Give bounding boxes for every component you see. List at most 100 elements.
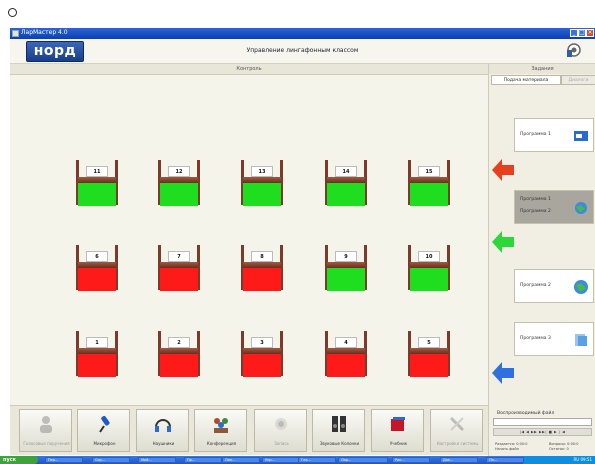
desk-number: 3 xyxy=(251,337,273,348)
arrow-left-green-icon xyxy=(492,231,514,253)
taskbar-item[interactable]: Мой... xyxy=(138,457,176,463)
desk-number: 1 xyxy=(86,337,108,348)
settings-gear-icon[interactable] xyxy=(565,41,583,59)
taskbar-item[interactable]: Гла... xyxy=(298,457,336,463)
taskbar-item[interactable]: Рис... xyxy=(392,457,430,463)
student-desk[interactable]: 15 xyxy=(408,160,450,206)
title-bar: ЛарМастер 4.0 _ □ × xyxy=(10,28,595,39)
program-3-card[interactable]: Программа 3 xyxy=(514,322,594,356)
student-desk[interactable]: 3 xyxy=(241,331,283,377)
tool-button[interactable]: Голосовые поручения xyxy=(19,409,72,452)
arrow-left-blue-icon xyxy=(492,362,514,384)
headphones-icon xyxy=(155,419,171,432)
globe-icon xyxy=(574,280,588,294)
desk-number: 2 xyxy=(168,337,190,348)
bottom-toolbar: Голосовые поручения Микрофон Наушники Конфе… xyxy=(10,405,488,455)
stat-line: Начать файл xyxy=(495,447,519,451)
tool-button[interactable]: Настройки системы xyxy=(430,409,483,452)
tool-button[interactable]: Конференция xyxy=(194,409,247,452)
tool-label: Наушники xyxy=(152,441,175,446)
start-button[interactable]: пуск xyxy=(0,456,38,464)
minimize-button[interactable]: _ xyxy=(570,29,578,37)
student-desk[interactable]: 8 xyxy=(241,245,283,291)
tool-label: Голосовые поручения xyxy=(23,441,70,446)
playing-file-label: Воспроизводимый файл xyxy=(497,411,555,416)
window-title: ЛарМастер 4.0 xyxy=(21,29,68,36)
taskbar-item[interactable]: Скр... xyxy=(92,457,130,463)
taskbar-item[interactable]: Пр... xyxy=(184,457,222,463)
tool-button[interactable]: Микрофон xyxy=(77,409,130,452)
desk-number: 6 xyxy=(86,251,108,262)
desk-number: 5 xyxy=(418,337,440,348)
tools-icon xyxy=(449,416,465,432)
student-desk[interactable]: 6 xyxy=(76,245,118,291)
program-label: Программа 1 xyxy=(520,197,551,202)
desk-status-panel xyxy=(327,183,365,206)
taskbar-item[interactable]: Лар... xyxy=(338,457,388,463)
taskbar-item[interactable]: Лин... xyxy=(222,457,260,463)
player-controls[interactable]: |◀ ◀ ▶▶ ▶▶| ■ ▶ | ◀ xyxy=(493,428,592,436)
desk-status-panel xyxy=(410,268,448,291)
bullet-marker xyxy=(8,8,17,17)
desk-number: 7 xyxy=(168,251,190,262)
program-1-2-card[interactable]: Программа 1 Программа 2 xyxy=(514,190,594,224)
student-desk[interactable]: 9 xyxy=(325,245,367,291)
desk-number: 11 xyxy=(86,166,108,177)
tool-label: Звуковые Колонки xyxy=(319,441,360,446)
tool-label: Запись xyxy=(274,441,289,446)
desk-status-panel xyxy=(78,268,116,291)
tool-button[interactable]: Наушники xyxy=(136,409,189,452)
taskbar-item[interactable]: Пер... xyxy=(45,457,83,463)
stat-line: Остаток: 0 xyxy=(549,447,569,451)
student-desk[interactable]: 14 xyxy=(325,160,367,206)
tasks-title: Задания xyxy=(489,64,595,74)
desk-status-panel xyxy=(160,183,198,206)
tool-button[interactable]: Запись xyxy=(254,409,307,452)
student-desk[interactable]: 11 xyxy=(76,160,118,206)
app-header: норд Управление лингафонным классом xyxy=(10,39,595,64)
program-2-card[interactable]: Программа 2 xyxy=(514,269,594,303)
desk-status-panel xyxy=(160,354,198,377)
taskbar-item[interactable]: Док... xyxy=(440,457,478,463)
tool-button[interactable]: Учебник xyxy=(371,409,424,452)
tool-label: Учебник xyxy=(389,441,408,446)
tab-dialogs[interactable]: Диалоги xyxy=(561,75,595,85)
close-button[interactable]: × xyxy=(586,29,594,37)
taskbar-item[interactable]: Ла... xyxy=(486,457,524,463)
section-header-control: Контроль xyxy=(10,64,488,75)
student-desk[interactable]: 13 xyxy=(241,160,283,206)
program-1-card[interactable]: Программа 1 xyxy=(514,118,594,152)
student-desk[interactable]: 4 xyxy=(325,331,367,377)
desk-number: 10 xyxy=(418,251,440,262)
student-desk[interactable]: 10 xyxy=(408,245,450,291)
program-label-2: Программа 2 xyxy=(520,209,551,214)
system-tray: RU 09:51 xyxy=(523,456,595,464)
playing-file-field[interactable] xyxy=(493,418,592,426)
taskbar-item[interactable]: Упр... xyxy=(262,457,300,463)
desk-status-panel xyxy=(160,268,198,291)
desk-status-panel xyxy=(243,268,281,291)
page-title: Управление лингафонным классом xyxy=(246,47,359,54)
program-label: Программа 2 xyxy=(520,283,551,288)
stats-left: Раздается: 0:00:0 Начать файл xyxy=(495,442,527,452)
tool-label: Настройки системы xyxy=(436,441,479,446)
student-desk[interactable]: 7 xyxy=(158,245,200,291)
tab-material[interactable]: Подача материала xyxy=(491,75,561,85)
tasks-tabs: Подача материала Диалоги xyxy=(489,75,595,85)
desk-status-panel xyxy=(243,183,281,206)
desk-status-panel xyxy=(410,183,448,206)
tool-button[interactable]: Звуковые Колонки xyxy=(312,409,365,452)
desk-number: 9 xyxy=(335,251,357,262)
app-icon xyxy=(12,30,19,37)
desk-status-panel xyxy=(327,268,365,291)
student-desk[interactable]: 12 xyxy=(158,160,200,206)
book-icon xyxy=(391,417,405,431)
desk-number: 4 xyxy=(335,337,357,348)
media-card-icon xyxy=(574,131,588,141)
student-desk[interactable]: 5 xyxy=(408,331,450,377)
student-desk[interactable]: 2 xyxy=(158,331,200,377)
speakers-icon xyxy=(332,416,346,432)
stats-right: Вопросы: 0:00:0 Остаток: 0 xyxy=(549,442,578,452)
student-desk[interactable]: 1 xyxy=(76,331,118,377)
maximize-button[interactable]: □ xyxy=(578,29,586,37)
